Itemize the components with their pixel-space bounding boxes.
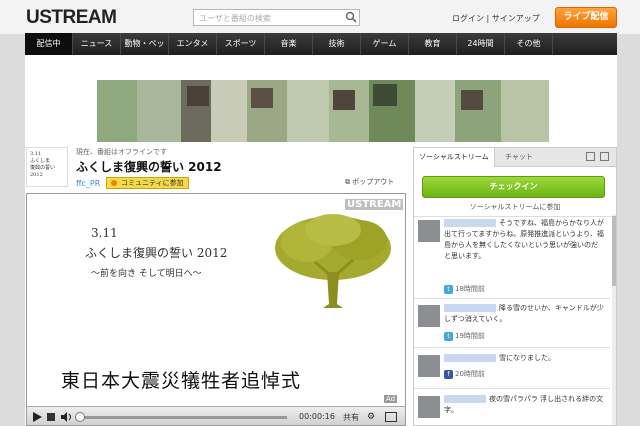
nav-item-pets[interactable]: 動物・ペット: [121, 33, 169, 70]
post-time: 20時間前: [455, 370, 485, 378]
share-button[interactable]: 共有: [343, 412, 359, 423]
ustream-watermark: USTREAM: [345, 199, 404, 210]
tree-illustration: [275, 214, 391, 308]
avatar[interactable]: [418, 396, 440, 418]
thumb-line: ふくしま: [30, 158, 51, 164]
join-community-button[interactable]: コミュニティに参加: [106, 177, 189, 189]
fullscreen-icon[interactable]: [385, 412, 397, 422]
post-body: 雪になりました。: [499, 354, 555, 362]
nav-item-live[interactable]: 配信中: [25, 33, 73, 55]
twitter-icon: t: [444, 285, 453, 294]
nav-item-games[interactable]: ゲーム: [361, 33, 409, 55]
memorial-banner-text: 東日本大震災犠牲者追悼式: [61, 370, 302, 392]
post-text: そうですね、福島からかなり人が出て行ってますからね。原発推進派というより、福島か…: [444, 218, 604, 262]
post-text: 降る雪のせいか、キャンドルが少しずつ消えていく。: [444, 303, 604, 325]
play-icon[interactable]: [33, 412, 42, 422]
sidebar-tabs: ソーシャルストリーム チャット: [414, 148, 616, 167]
channel-thumbnail[interactable]: 3.11 ふくしま 復興の誓い 2012: [26, 147, 68, 187]
minimize-icon[interactable]: [586, 152, 595, 161]
nav-item-news[interactable]: ニュース: [73, 33, 121, 55]
community-icon: [111, 180, 117, 186]
username-redacted[interactable]: [444, 219, 496, 227]
nav-item-other[interactable]: その他: [505, 33, 553, 55]
channel-owner-link[interactable]: ffc_PR: [76, 179, 100, 188]
join-social-stream-link[interactable]: ソーシャルストリームに参加: [414, 202, 616, 217]
video-title-text: ふくしま復興の誓い 2012: [85, 246, 228, 260]
nav-item-education[interactable]: 教育: [409, 33, 457, 55]
video-subtitle-text: ～前を向き そして明日へ～: [91, 269, 202, 279]
nav-item-music[interactable]: 音楽: [265, 33, 313, 55]
search-icon[interactable]: [345, 11, 357, 23]
nav-item-tech[interactable]: 技術: [313, 33, 361, 55]
live-broadcast-button[interactable]: ライブ配信: [555, 7, 617, 28]
ustream-logo[interactable]: USTREAM: [26, 7, 117, 29]
username-redacted[interactable]: [444, 395, 486, 403]
post-meta: f 20時間前: [444, 369, 485, 379]
login-signup-links[interactable]: ログイン | サインアップ: [452, 13, 540, 24]
seek-handle[interactable]: [75, 412, 85, 422]
post-time: 18時間前: [455, 285, 485, 293]
player-controls: 00:00:16 共有 ⚙: [27, 406, 405, 425]
twitter-icon: t: [444, 332, 453, 341]
post-time: 19時間前: [455, 332, 485, 340]
time-display: 00:00:16: [299, 412, 335, 421]
offline-status: 現在、番組はオフラインです: [76, 148, 167, 156]
thumb-line: 2012: [30, 172, 43, 178]
divider: [414, 298, 610, 299]
volume-icon[interactable]: [61, 412, 72, 422]
channel-title: ふくしま復興の誓い 2012: [76, 160, 222, 174]
post-text: 雪になりました。: [444, 353, 604, 364]
post-text: 夜の雪パラパラ 浮し出される絆の文字。: [444, 394, 604, 416]
join-community-label: コミュニティに参加: [121, 179, 184, 187]
top-bar: USTREAM ユーザと番組の検索 ログイン | サインアップ ライブ配信: [0, 0, 640, 34]
divider: [414, 388, 610, 389]
scrollbar-thumb[interactable]: [612, 216, 616, 286]
thumb-line: 復興の誓い: [30, 165, 56, 171]
stop-icon[interactable]: [47, 413, 55, 421]
nav-item-sports[interactable]: スポーツ: [217, 33, 265, 55]
banner-ad-image[interactable]: [97, 80, 549, 142]
avatar[interactable]: [418, 355, 440, 377]
avatar[interactable]: [418, 220, 440, 242]
username-redacted[interactable]: [444, 354, 496, 362]
category-nav: 配信中 ニュース 動物・ペット エンタメ スポーツ 音楽 技術 ゲーム 教育 2…: [25, 33, 617, 70]
post-meta: t 19時間前: [444, 331, 485, 341]
nav-item-24h[interactable]: 24時間: [457, 33, 505, 55]
popout-label: ポップアウト: [352, 178, 395, 186]
tab-social-stream[interactable]: ソーシャルストリーム: [414, 148, 495, 167]
facebook-icon: f: [444, 370, 453, 379]
popout-link[interactable]: ⧉ ポップアウト: [345, 177, 394, 187]
divider: [414, 347, 610, 348]
settings-icon[interactable]: ⚙: [367, 412, 375, 422]
popout-panel-icon[interactable]: [600, 152, 609, 161]
nav-item-entertainment[interactable]: エンタメ: [169, 33, 217, 55]
thumb-line: 3.11: [30, 151, 42, 157]
checkin-button[interactable]: チェックイン: [422, 176, 605, 198]
avatar[interactable]: [418, 305, 440, 327]
username-redacted[interactable]: [444, 304, 496, 312]
search-input[interactable]: ユーザと番組の検索: [193, 9, 360, 26]
video-date-text: 3.11: [91, 226, 118, 240]
video-player[interactable]: USTREAM 3.11 ふくしま復興の誓い 2012 ～前を向き そして明日へ…: [26, 193, 406, 426]
social-sidebar: ソーシャルストリーム チャット チェックイン ソーシャルストリームに参加 そうで…: [413, 147, 617, 426]
tab-chat[interactable]: チャット: [500, 148, 538, 167]
post-meta: t 18時間前: [444, 284, 485, 294]
ad-badge: Ad: [384, 395, 398, 403]
seek-bar[interactable]: [79, 416, 287, 419]
